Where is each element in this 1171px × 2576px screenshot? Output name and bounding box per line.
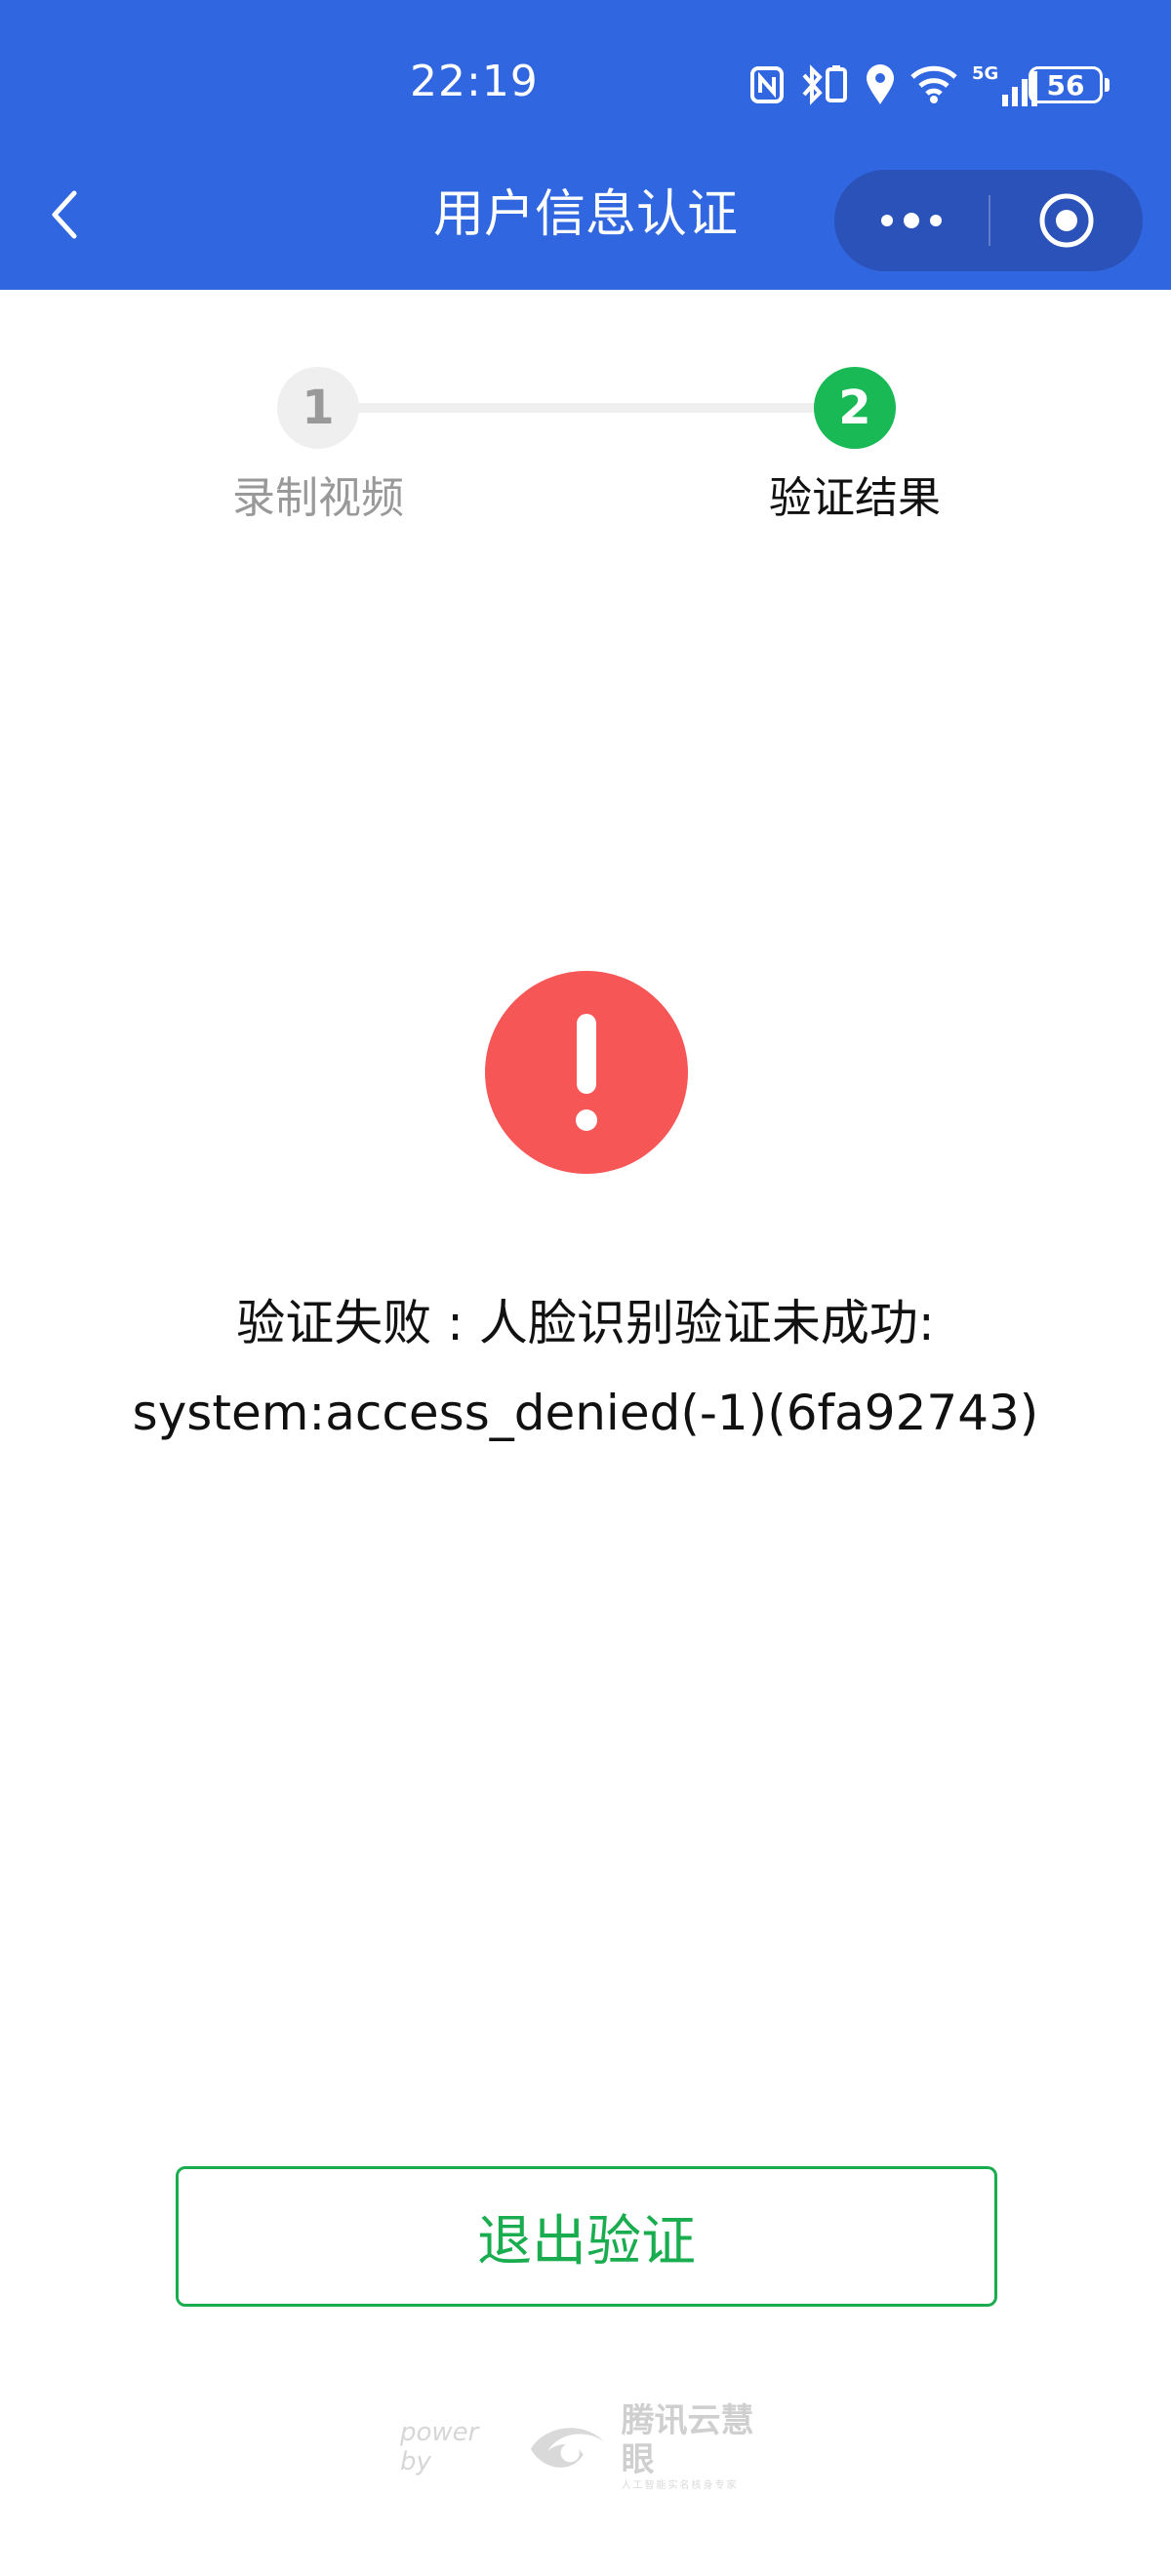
error-message-line1: 验证失败 : 人脸识别验证未成功: xyxy=(236,1295,935,1351)
brand-block: 腾讯云慧眼 人工智能实名核身专家 xyxy=(622,2401,781,2493)
chevron-left-icon xyxy=(52,190,77,239)
location-icon xyxy=(867,64,894,104)
eye-logo-icon xyxy=(530,2428,604,2468)
brand-subtitle: 人工智能实名核身专家 xyxy=(621,2480,739,2491)
wifi-icon xyxy=(910,65,957,103)
status-icons: 5G xyxy=(749,60,1038,109)
error-message: 验证失败 : 人脸识别验证未成功: system:access_denied(-… xyxy=(59,1278,1112,1458)
target-close-icon xyxy=(1039,193,1094,248)
more-dots-icon xyxy=(881,213,942,228)
back-button[interactable] xyxy=(43,185,86,244)
step-1-circle: 1 xyxy=(277,367,359,449)
page-title: 用户信息认证 xyxy=(432,185,738,244)
step-progress-line xyxy=(319,403,856,413)
footer-branding: power by 腾讯云慧眼 人工智能实名核身专家 xyxy=(400,2401,781,2491)
battery-indicator: 56 xyxy=(1029,66,1103,103)
status-time: 22:19 xyxy=(410,57,539,106)
nfc-icon xyxy=(750,66,784,103)
error-exclamation-icon xyxy=(485,971,688,1174)
power-by-text: power by xyxy=(400,2418,479,2476)
battery-tip xyxy=(1105,78,1110,92)
error-message-line2: system:access_denied(-1)(6fa92743) xyxy=(132,1385,1039,1441)
bluetooth-battery-icon xyxy=(802,64,847,105)
brand-name: 腾讯云慧眼 xyxy=(621,2401,754,2479)
network-type: 5G xyxy=(972,63,999,84)
more-button[interactable] xyxy=(834,170,989,271)
step-1-label: 录制视频 xyxy=(232,473,404,523)
step-2-label: 验证结果 xyxy=(769,473,941,523)
mini-program-capsule xyxy=(834,170,1143,271)
step-2-circle: 2 xyxy=(814,367,896,449)
battery-level: 56 xyxy=(1046,68,1085,101)
close-mini-program-button[interactable] xyxy=(990,170,1143,271)
app-header: 22:19 5G 56 用户信息认证 xyxy=(0,0,1171,290)
exit-verification-button[interactable]: 退出验证 xyxy=(176,2166,997,2307)
